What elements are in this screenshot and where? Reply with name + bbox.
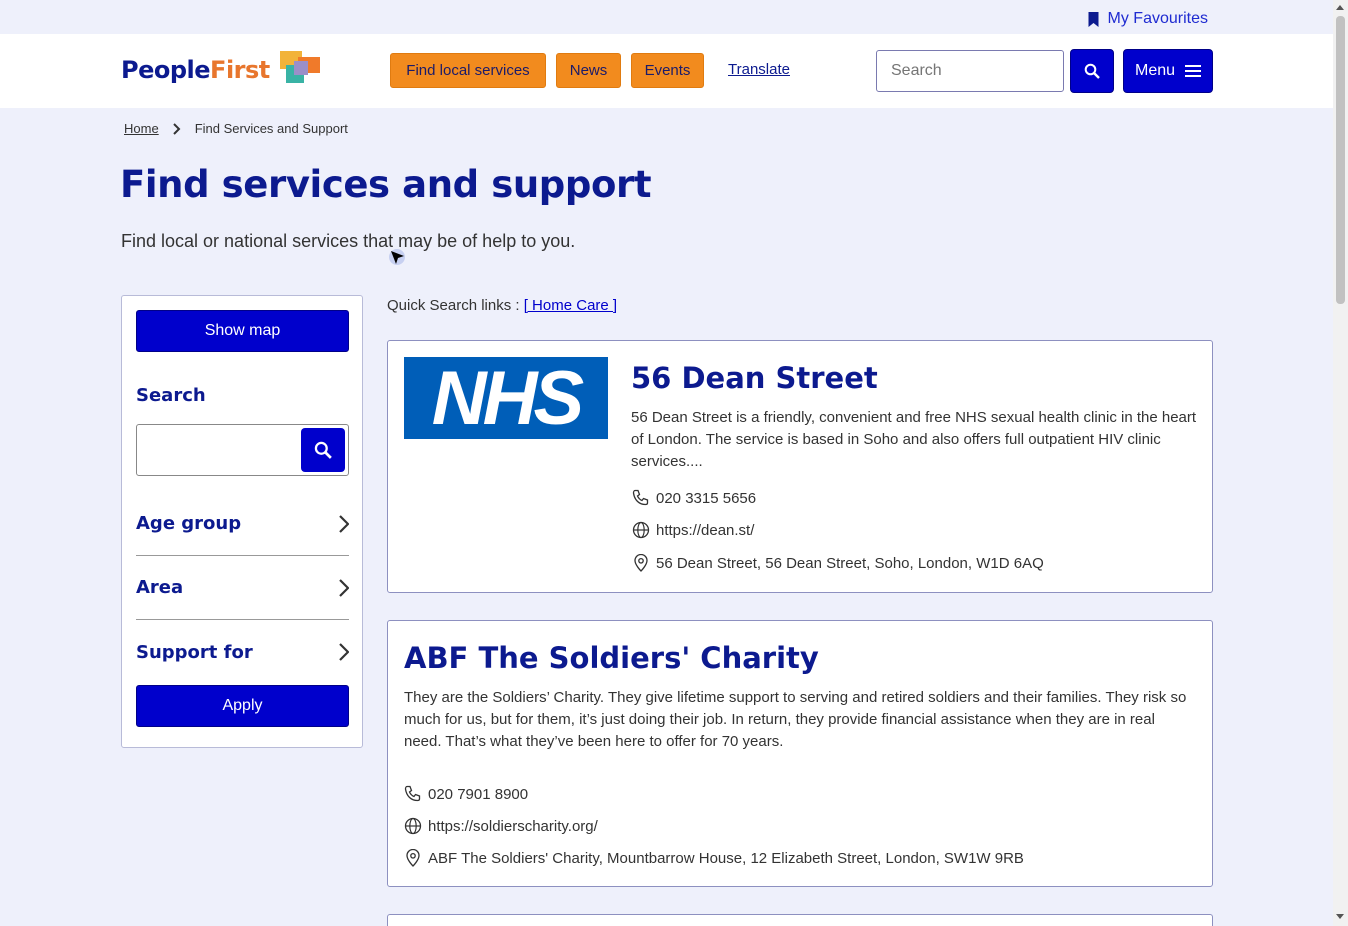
search-icon xyxy=(1084,63,1100,79)
my-favourites-link[interactable]: My Favourites xyxy=(1087,10,1208,28)
header-search-input[interactable] xyxy=(876,50,1064,92)
filter-search-field[interactable] xyxy=(136,424,349,476)
result-phone[interactable]: 020 7901 8900 xyxy=(404,785,528,803)
filter-area[interactable]: Area xyxy=(136,556,349,620)
page-title: Find services and support xyxy=(120,163,652,206)
logo-first: First xyxy=(210,56,270,84)
bookmark-icon xyxy=(1088,11,1099,27)
result-phone[interactable]: 020 3315 5656 xyxy=(632,489,756,507)
result-website[interactable]: https://dean.st/ xyxy=(632,521,754,539)
filter-area-label: Area xyxy=(136,577,184,598)
filter-search-label: Search xyxy=(136,385,206,406)
header-search-button[interactable] xyxy=(1070,49,1114,93)
phone-icon xyxy=(404,785,421,802)
show-map-button[interactable]: Show map xyxy=(136,310,349,352)
location-pin-icon xyxy=(406,849,420,867)
logo-mark-icon xyxy=(279,51,322,87)
chevron-right-icon xyxy=(339,514,349,533)
result-address: 56 Dean Street, 56 Dean Street, Soho, Lo… xyxy=(632,554,1044,572)
quick-search-prefix: Quick Search links : xyxy=(387,297,524,314)
filter-support-for-label: Support for xyxy=(136,641,253,663)
page-scrollbar[interactable] xyxy=(1333,0,1348,926)
logo-people: People xyxy=(121,56,211,84)
chevron-right-icon xyxy=(172,122,181,135)
scroll-down-arrow-icon[interactable] xyxy=(1336,914,1344,919)
result-address-text: ABF The Soldiers' Charity, Mountbarrow H… xyxy=(428,849,1024,867)
filter-search-button[interactable] xyxy=(301,428,345,472)
result-address: ABF The Soldiers' Charity, Mountbarrow H… xyxy=(404,849,1024,867)
translate-link[interactable]: Translate xyxy=(728,61,790,78)
quick-search-links: Quick Search links : [ Home Care ] xyxy=(387,297,617,314)
result-card[interactable]: ABF The Soldiers' Charity They are the S… xyxy=(387,620,1213,887)
result-title[interactable]: ABF The Soldiers' Charity xyxy=(404,641,819,675)
scroll-up-arrow-icon[interactable] xyxy=(1336,5,1344,10)
phone-icon xyxy=(632,489,649,506)
search-icon xyxy=(314,441,332,459)
nhs-logo: NHS xyxy=(404,356,608,441)
site-header: PeopleFirst Find local services News Eve… xyxy=(0,34,1333,108)
nav-find-local-services[interactable]: Find local services xyxy=(390,53,546,88)
scrollbar-thumb[interactable] xyxy=(1336,16,1345,304)
location-pin-icon xyxy=(634,554,648,572)
filter-age-group[interactable]: Age group xyxy=(136,492,349,556)
top-bar: My Favourites xyxy=(0,0,1333,34)
mouse-cursor-icon xyxy=(389,249,405,265)
globe-icon xyxy=(632,521,650,539)
result-title[interactable]: 56 Dean Street xyxy=(631,361,878,395)
quick-search-home-care-link[interactable]: [ Home Care ] xyxy=(524,297,617,314)
filter-age-group-label: Age group xyxy=(136,513,242,534)
globe-icon xyxy=(404,817,422,835)
result-website[interactable]: https://soldierscharity.org/ xyxy=(404,817,598,835)
apply-button[interactable]: Apply xyxy=(136,685,349,727)
result-phone-text: 020 3315 5656 xyxy=(656,489,757,507)
page-subtitle: Find local or national services that may… xyxy=(121,231,576,251)
peoplefirst-logo[interactable]: PeopleFirst xyxy=(121,51,322,87)
chevron-right-icon xyxy=(339,643,349,661)
breadcrumb-home-link[interactable]: Home xyxy=(124,121,159,136)
chevron-right-icon xyxy=(339,578,349,597)
menu-label: Menu xyxy=(1134,62,1176,79)
result-description: They are the Soldiers’ Charity. They giv… xyxy=(404,689,1187,750)
my-favourites-label: My Favourites xyxy=(1107,10,1208,27)
nav-news[interactable]: News xyxy=(556,53,621,88)
nav-events[interactable]: Events xyxy=(631,53,704,88)
filters-panel: Show map Search Age group Area Support f… xyxy=(121,295,363,748)
result-description: 56 Dean Street is a friendly, convenient… xyxy=(631,409,1197,470)
breadcrumb-current: Find Services and Support xyxy=(194,121,348,136)
result-card[interactable]: NHS 56 Dean Street 56 Dean Street is a f… xyxy=(387,340,1213,593)
result-address-text: 56 Dean Street, 56 Dean Street, Soho, Lo… xyxy=(656,554,1044,572)
breadcrumb: Home Find Services and Support xyxy=(124,121,348,136)
result-website-text: https://dean.st/ xyxy=(656,521,755,539)
menu-button[interactable]: Menu xyxy=(1123,49,1213,93)
hamburger-icon xyxy=(1185,65,1202,77)
result-phone-text: 020 7901 8900 xyxy=(428,785,529,803)
result-card[interactable] xyxy=(387,914,1213,926)
result-website-text: https://soldierscharity.org/ xyxy=(428,817,598,835)
filter-support-for[interactable]: Support for xyxy=(136,620,349,684)
